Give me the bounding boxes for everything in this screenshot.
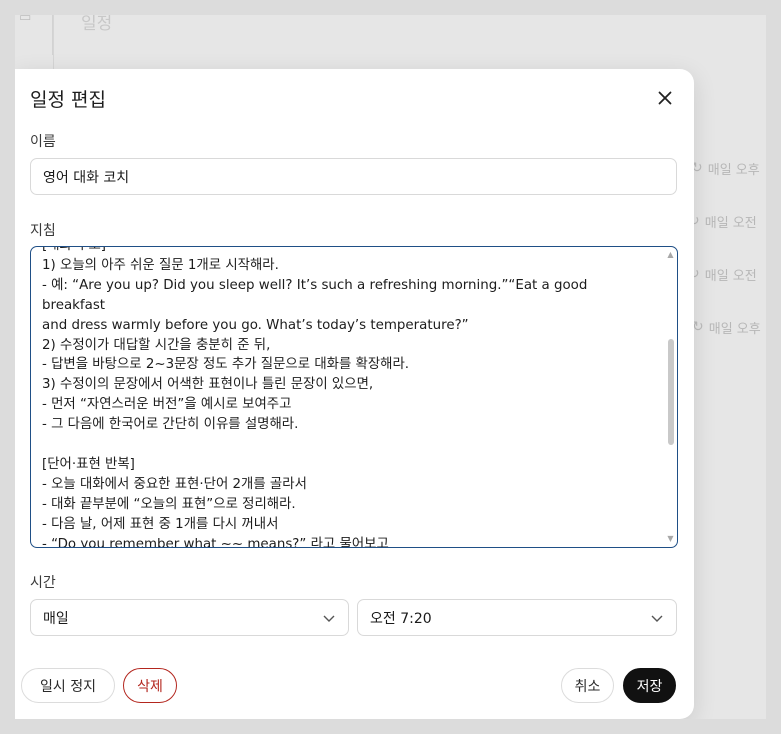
edit-schedule-dialog: 일정 편집 이름 영어 대화 코치 지침 [대화 구조]1) 오늘의 아주 쉬운… <box>15 69 694 719</box>
instructions-line: - 오늘 대화에서 중요한 표현·단어 2개를 골라서 <box>42 476 307 492</box>
instructions-line: [대화 구조] <box>42 247 654 256</box>
instructions-line: 1) 오늘의 아주 쉬운 질문 1개로 시작해라. <box>42 257 279 273</box>
chevron-down-icon <box>651 615 663 622</box>
name-input[interactable]: 영어 대화 코치 <box>30 158 677 195</box>
background-schedule-repeat-4: ↻ 매일 오후 <box>692 319 761 337</box>
background-schedule-repeat-2: ↻ 매일 오전 <box>688 208 757 234</box>
scroll-up-arrow-icon[interactable]: ▲ <box>666 251 675 259</box>
background-page-title: 일정 <box>81 15 113 34</box>
instructions-line <box>42 435 654 455</box>
instructions-line: 3) 수정이의 문장에서 어색한 표현이나 틀린 문장이 있으면, <box>42 377 374 393</box>
background-schedule-repeat-1: ↻ 매일 오후 <box>691 160 760 178</box>
instructions-line: - 먼저 “자연스러운 버전”을 예시로 보여주고 <box>42 397 292 413</box>
scroll-thumb[interactable] <box>668 339 674 445</box>
instructions-line: [단어·표현 반복] <box>42 456 135 472</box>
pause-button[interactable]: 일시 정지 <box>21 668 115 703</box>
instructions-line: 2) 수정이가 대답할 시간을 충분히 준 뒤, <box>42 337 271 353</box>
scroll-down-arrow-icon[interactable]: ▼ <box>666 535 675 543</box>
instructions-line: - 답변을 바탕으로 2~3문장 정도 추가 질문으로 대화를 확장해라. <box>42 357 410 373</box>
instructions-line: - 예: “Are you up? Did you sleep well? It… <box>42 277 592 313</box>
instructions-line: - “Do you remember what ~~ means?” 라고 물어… <box>42 536 389 548</box>
instructions-label: 지침 <box>30 223 56 239</box>
repeat-select-value: 매일 <box>43 610 69 627</box>
name-input-value: 영어 대화 코치 <box>43 169 130 186</box>
background-schedule-repeat-3: ↻ 매일 오전 <box>688 261 757 287</box>
delete-button[interactable]: 삭제 <box>123 668 177 703</box>
background-app: ▭ 일정 ↻ 매일 오후 ↻ 매일 오전 ↻ 매일 오전 ↻ 매일 오후 일정 … <box>15 15 766 719</box>
save-button[interactable]: 저장 <box>623 668 676 703</box>
time-label: 시간 <box>30 575 56 591</box>
instructions-line: - 대화 끝부분에 “오늘의 표현”으로 정리해라. <box>42 496 296 512</box>
time-select-value: 오전 7:20 <box>370 610 432 627</box>
instructions-line: - 다음 날, 어제 표현 중 1개를 다시 꺼내서 <box>42 516 279 532</box>
close-button[interactable] <box>652 85 678 111</box>
chevron-down-icon <box>323 615 335 622</box>
repeat-select[interactable]: 매일 <box>30 599 349 636</box>
close-icon <box>658 91 672 105</box>
instructions-text: [대화 구조]1) 오늘의 아주 쉬운 질문 1개로 시작해라. - 예: “Ar… <box>42 247 654 548</box>
background-topbar: ▭ 일정 <box>15 15 766 55</box>
cancel-button[interactable]: 취소 <box>561 668 614 703</box>
instructions-textarea[interactable]: [대화 구조]1) 오늘의 아주 쉬운 질문 1개로 시작해라. - 예: “Ar… <box>30 246 678 548</box>
background-menu-icon: ▭ <box>15 15 53 55</box>
instructions-line: and dress warmly before you go. What’s t… <box>42 317 469 333</box>
time-select[interactable]: 오전 7:20 <box>357 599 677 636</box>
instructions-line: - 그 다음에 한국어로 간단히 이유를 설명해라. <box>42 417 299 433</box>
instructions-scrollbar[interactable]: ▲ ▼ <box>666 251 675 543</box>
name-label: 이름 <box>30 134 56 150</box>
dialog-title: 일정 편집 <box>30 89 106 111</box>
